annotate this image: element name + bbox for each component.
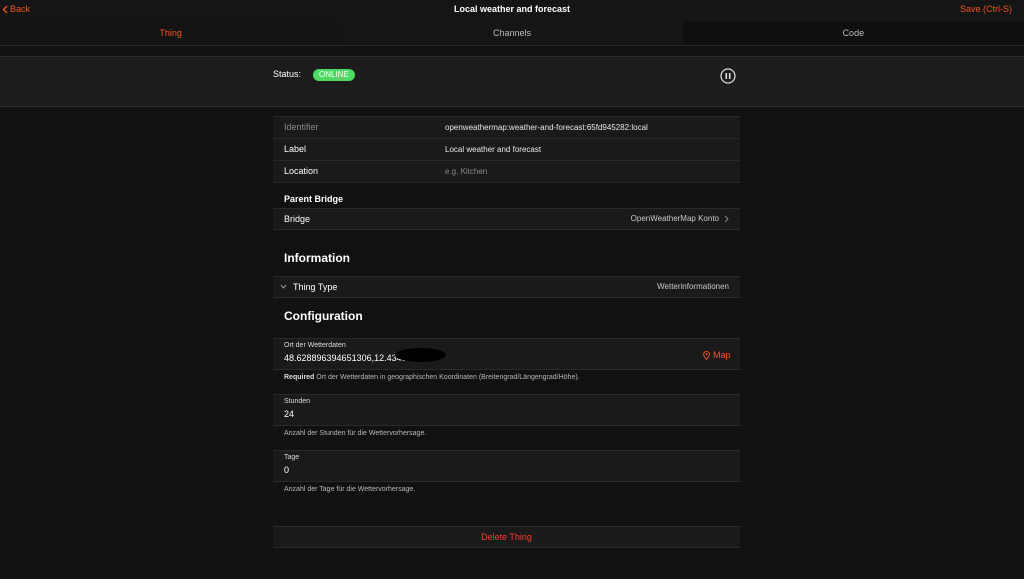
tab-code[interactable]: Code	[683, 21, 1024, 45]
days-config-label: Tage	[284, 454, 300, 461]
information-heading: Information	[284, 251, 350, 265]
identifier-value: openweathermap:weather-and-forecast:65fd…	[445, 123, 648, 132]
map-label: Map	[713, 350, 731, 360]
thing-type-value: Wetterinformationen	[657, 282, 729, 291]
tab-channels[interactable]: Channels	[341, 21, 683, 45]
status-section: Status: ONLINE	[0, 56, 1024, 107]
thing-type-label: Thing Type	[293, 282, 338, 292]
location-row: Location e.g. Kitchen	[273, 160, 740, 183]
pause-icon[interactable]	[720, 68, 736, 84]
hours-config-hint: Anzahl der Stunden für die Wettervorhers…	[284, 430, 427, 437]
location-config-hint: Required Ort der Wetterdaten in geograph…	[284, 374, 580, 381]
required-label: Required	[284, 374, 315, 381]
parent-bridge-heading: Parent Bridge	[284, 194, 344, 204]
label-row: Label Local weather and forecast	[273, 138, 740, 160]
location-config-label: Ort der Wetterdaten	[284, 342, 346, 349]
status-badge: ONLINE	[313, 69, 355, 81]
navbar: Back Local weather and forecast Save (Ct…	[0, 0, 1024, 21]
location-config-input[interactable]: 48.628896394651306,12.4349	[284, 353, 407, 363]
location-label: Location	[284, 166, 319, 176]
hours-config-row[interactable]	[273, 394, 740, 426]
days-config-input[interactable]: 0	[284, 465, 289, 475]
delete-thing-button[interactable]: Delete Thing	[273, 526, 740, 548]
tab-bar: Thing Channels Code	[0, 21, 1024, 46]
bridge-value: OpenWeatherMap Konto	[630, 214, 719, 223]
days-config-hint: Anzahl der Tage für die Wettervorhersage…	[284, 486, 416, 493]
bridge-label: Bridge	[284, 214, 311, 224]
bridge-row[interactable]: Bridge OpenWeatherMap Konto	[273, 208, 740, 230]
thing-type-row[interactable]: Thing Type Wetterinformationen	[273, 276, 740, 298]
save-button[interactable]: Save (Ctrl-S)	[960, 4, 1012, 14]
label-label: Label	[284, 144, 307, 154]
days-config-row[interactable]	[273, 450, 740, 482]
redaction-mark	[395, 348, 446, 362]
location-field[interactable]: e.g. Kitchen	[445, 167, 487, 176]
label-field[interactable]: Local weather and forecast	[445, 145, 541, 154]
hours-config-label: Stunden	[284, 398, 311, 405]
chevron-down-icon	[280, 284, 287, 289]
map-button[interactable]: Map	[703, 350, 731, 360]
identifier-row: Identifier openweathermap:weather-and-fo…	[273, 116, 740, 138]
tab-thing[interactable]: Thing	[0, 21, 342, 45]
chevron-right-icon	[724, 215, 729, 223]
page-title: Local weather and forecast	[453, 4, 571, 14]
status-label: Status:	[273, 69, 302, 79]
location-hint-text: Ort der Wetterdaten in geographischen Ko…	[316, 374, 580, 381]
identifier-label: Identifier	[284, 122, 319, 132]
map-pin-icon	[703, 350, 710, 360]
hours-config-input[interactable]: 24	[284, 409, 294, 419]
configuration-heading: Configuration	[284, 309, 363, 323]
